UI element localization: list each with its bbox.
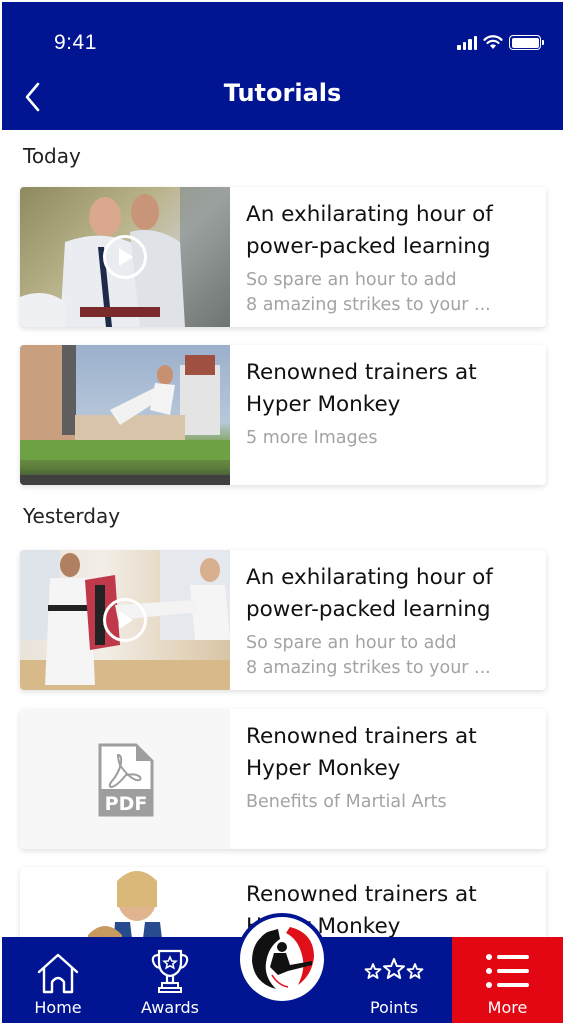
tutorial-card[interactable]: Renowned trainers at Hyper Monkey 5 more… (20, 345, 546, 485)
thumbnail-image (20, 345, 230, 485)
nav-label: Home (34, 998, 82, 1017)
signal-icon (457, 35, 477, 50)
card-title: An exhilarating hour of power-packed lea… (246, 565, 493, 622)
card-subtitle: Benefits of Martial Arts (246, 792, 447, 812)
tutorial-card[interactable]: An exhilarating hour of power-packed lea… (20, 550, 546, 690)
tutorial-card[interactable]: An exhilarating hour of power-packed lea… (20, 187, 546, 327)
status-icons (457, 35, 544, 50)
image-thumbnail[interactable] (20, 867, 230, 938)
nav-home[interactable]: Home (2, 937, 114, 1023)
video-thumbnail[interactable] (20, 550, 230, 690)
nav-center-logo[interactable] (236, 913, 328, 1005)
nav-awards[interactable]: Awards (114, 937, 226, 1023)
wifi-icon (483, 35, 503, 49)
card-subtitle: So spare an hour to add 8 amazing strike… (246, 270, 491, 315)
status-time: 9:41 (54, 31, 97, 54)
card-title: An exhilarating hour of power-packed lea… (246, 202, 493, 259)
pdf-icon: PDF (98, 743, 154, 817)
section-label-yesterday: Yesterday (23, 504, 121, 528)
nav-label: Awards (141, 998, 199, 1017)
logo-icon (252, 927, 314, 989)
gallery-thumbnail[interactable] (20, 345, 230, 485)
stars-icon (364, 958, 424, 979)
pdf-label: PDF (105, 793, 148, 815)
thumbnail-image (88, 871, 162, 938)
pdf-thumbnail[interactable]: PDF (20, 709, 230, 849)
nav-more[interactable]: More (452, 937, 563, 1023)
card-title: Renowned trainers at Hyper Monkey (246, 360, 477, 417)
nav-label: More (487, 998, 528, 1017)
page-title: Tutorials (223, 79, 342, 107)
menu-list-icon (485, 954, 529, 988)
tutorials-list[interactable]: Today An exhilarating hour of power-pack… (0, 130, 565, 938)
section-label-today: Today (23, 144, 81, 168)
tutorial-card[interactable]: PDF Renowned trainers at Hyper Monkey Be… (20, 709, 546, 849)
play-icon[interactable] (103, 235, 147, 279)
home-icon (37, 953, 79, 994)
play-icon[interactable] (103, 598, 147, 642)
nav-label: Points (369, 998, 419, 1017)
card-title: Renowned trainers at Hyper Monkey (246, 724, 477, 781)
card-subtitle: 5 more Images (246, 428, 378, 448)
trophy-icon (151, 949, 189, 993)
app-header: 9:41 Tutorials (2, 2, 563, 130)
battery-icon (509, 35, 544, 50)
card-subtitle: So spare an hour to add 8 amazing strike… (246, 633, 491, 678)
video-thumbnail[interactable] (20, 187, 230, 327)
nav-points[interactable]: Points (338, 937, 450, 1023)
